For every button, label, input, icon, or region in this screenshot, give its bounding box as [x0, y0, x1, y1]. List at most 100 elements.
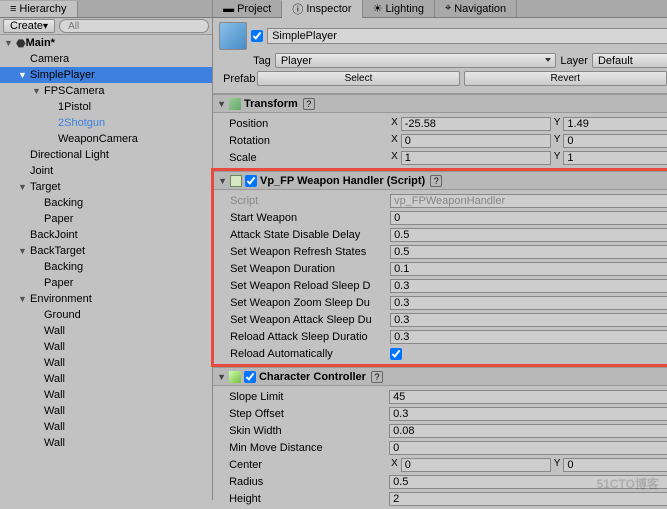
layer-label: Layer	[560, 55, 588, 67]
prop-label: Start Weapon	[218, 212, 388, 224]
tag-dropdown[interactable]: Player	[275, 53, 557, 68]
charctrl-title: Character Controller	[259, 371, 366, 383]
hierarchy-row[interactable]: ▼BackTarget	[0, 243, 212, 259]
tab-inspector[interactable]: ⓘ Inspector	[282, 0, 362, 19]
prop-label: Set Weapon Zoom Sleep Du	[218, 297, 388, 309]
prop-label: Position	[217, 118, 387, 130]
reload-auto-label: Reload Automatically	[218, 348, 388, 360]
hierarchy-row[interactable]: ▼SimplePlayer	[0, 67, 212, 83]
help-icon[interactable]: ?	[430, 175, 442, 187]
prop-label: Step Offset	[217, 408, 387, 420]
transform-icon	[229, 98, 241, 110]
name-input[interactable]	[267, 28, 667, 44]
x-input[interactable]	[401, 151, 551, 165]
weapon-handler-title: Vp_FP Weapon Handler (Script)	[260, 175, 425, 187]
hierarchy-row[interactable]: BackJoint	[0, 227, 212, 243]
layer-dropdown[interactable]: Default	[592, 53, 667, 68]
charctrl-icon	[229, 371, 241, 383]
tab-hierarchy[interactable]: ≡ Hierarchy	[0, 1, 78, 17]
transform-title: Transform	[244, 98, 298, 110]
prop-label: Set Weapon Attack Sleep Du	[218, 314, 388, 326]
y-input[interactable]	[563, 117, 667, 131]
x-input[interactable]	[401, 458, 551, 472]
hierarchy-row[interactable]: Wall	[0, 435, 212, 451]
prop-input[interactable]	[390, 279, 667, 293]
hierarchy-row[interactable]: ▼Environment	[0, 291, 212, 307]
prop-input[interactable]	[390, 211, 667, 225]
hierarchy-row[interactable]: ▼FPSCamera	[0, 83, 212, 99]
hierarchy-row[interactable]: Ground	[0, 307, 212, 323]
script-field[interactable]	[390, 194, 667, 208]
component-enabled-checkbox[interactable]	[245, 175, 257, 187]
hierarchy-tree[interactable]: ▼⬣ Main*Camera▼SimplePlayer▼FPSCamera1Pi…	[0, 35, 212, 500]
prop-label: Set Weapon Duration	[218, 263, 388, 275]
prop-label: Min Move Distance	[217, 442, 387, 454]
prefab-label: Prefab	[223, 73, 253, 85]
prop-label: Attack State Disable Delay	[218, 229, 388, 241]
hierarchy-row[interactable]: Paper	[0, 275, 212, 291]
prop-input[interactable]	[390, 262, 667, 276]
active-checkbox[interactable]	[251, 30, 263, 42]
hierarchy-row[interactable]: Backing	[0, 195, 212, 211]
prop-input[interactable]	[389, 492, 667, 506]
prop-input[interactable]	[390, 245, 667, 259]
charctrl-header[interactable]: ▼ Character Controller ?	[213, 368, 667, 386]
hierarchy-row[interactable]: 2Shotgun	[0, 115, 212, 131]
hierarchy-row[interactable]: Paper	[0, 211, 212, 227]
hierarchy-row[interactable]: WeaponCamera	[0, 131, 212, 147]
prop-input[interactable]	[389, 441, 667, 455]
hierarchy-row[interactable]: Backing	[0, 259, 212, 275]
prop-label: Slope Limit	[217, 391, 387, 403]
hierarchy-row[interactable]: Camera	[0, 51, 212, 67]
prop-input[interactable]	[390, 313, 667, 327]
prop-label: Set Weapon Reload Sleep D	[218, 280, 388, 292]
prop-input[interactable]	[389, 390, 667, 404]
prop-input[interactable]	[390, 330, 667, 344]
x-input[interactable]	[401, 117, 551, 131]
hierarchy-row[interactable]: Wall	[0, 387, 212, 403]
x-input[interactable]	[401, 134, 551, 148]
help-icon[interactable]: ?	[303, 98, 315, 110]
create-button[interactable]: Create ▾	[3, 19, 55, 33]
prop-label: Scale	[217, 152, 387, 164]
y-input[interactable]	[563, 151, 667, 165]
reload-auto-checkbox[interactable]	[390, 348, 402, 360]
hierarchy-row[interactable]: Wall	[0, 419, 212, 435]
prop-input[interactable]	[389, 424, 667, 438]
hierarchy-row[interactable]: Wall	[0, 355, 212, 371]
help-icon[interactable]: ?	[371, 371, 383, 383]
prop-label: Height	[217, 493, 387, 505]
prefab-revert-button[interactable]: Revert	[464, 71, 667, 86]
y-input[interactable]	[563, 458, 667, 472]
prop-label: Radius	[217, 476, 387, 488]
component-enabled-checkbox[interactable]	[244, 371, 256, 383]
hierarchy-row[interactable]: Directional Light	[0, 147, 212, 163]
prop-label: Center	[217, 459, 387, 471]
hierarchy-row[interactable]: Wall	[0, 403, 212, 419]
prop-label: Rotation	[217, 135, 387, 147]
hierarchy-row[interactable]: Wall	[0, 323, 212, 339]
script-icon	[230, 175, 242, 187]
hierarchy-row[interactable]: 1Pistol	[0, 99, 212, 115]
hierarchy-row[interactable]: ▼⬣ Main*	[0, 35, 212, 51]
weapon-handler-header[interactable]: ▼ Vp_FP Weapon Handler (Script) ?	[214, 172, 667, 190]
hierarchy-row[interactable]: Joint	[0, 163, 212, 179]
prop-input[interactable]	[390, 228, 667, 242]
tag-label: Tag	[253, 55, 271, 67]
prefab-select-button[interactable]: Select	[257, 71, 460, 86]
tab-navigation[interactable]: ⌖ Navigation	[435, 0, 517, 17]
prop-input[interactable]	[389, 475, 667, 489]
tab-project[interactable]: ▬ Project	[213, 1, 282, 17]
hierarchy-row[interactable]: ▼Target	[0, 179, 212, 195]
hierarchy-row[interactable]: Wall	[0, 339, 212, 355]
prop-label: Reload Attack Sleep Duratio	[218, 331, 388, 343]
foldout-icon: ▼	[217, 372, 226, 382]
prop-input[interactable]	[389, 407, 667, 421]
foldout-icon: ▼	[218, 176, 227, 186]
transform-header[interactable]: ▼ Transform ?	[213, 95, 667, 113]
hierarchy-row[interactable]: Wall	[0, 371, 212, 387]
tab-lighting[interactable]: ☀ Lighting	[363, 0, 435, 17]
hierarchy-search[interactable]	[59, 19, 209, 33]
y-input[interactable]	[563, 134, 667, 148]
prop-input[interactable]	[390, 296, 667, 310]
